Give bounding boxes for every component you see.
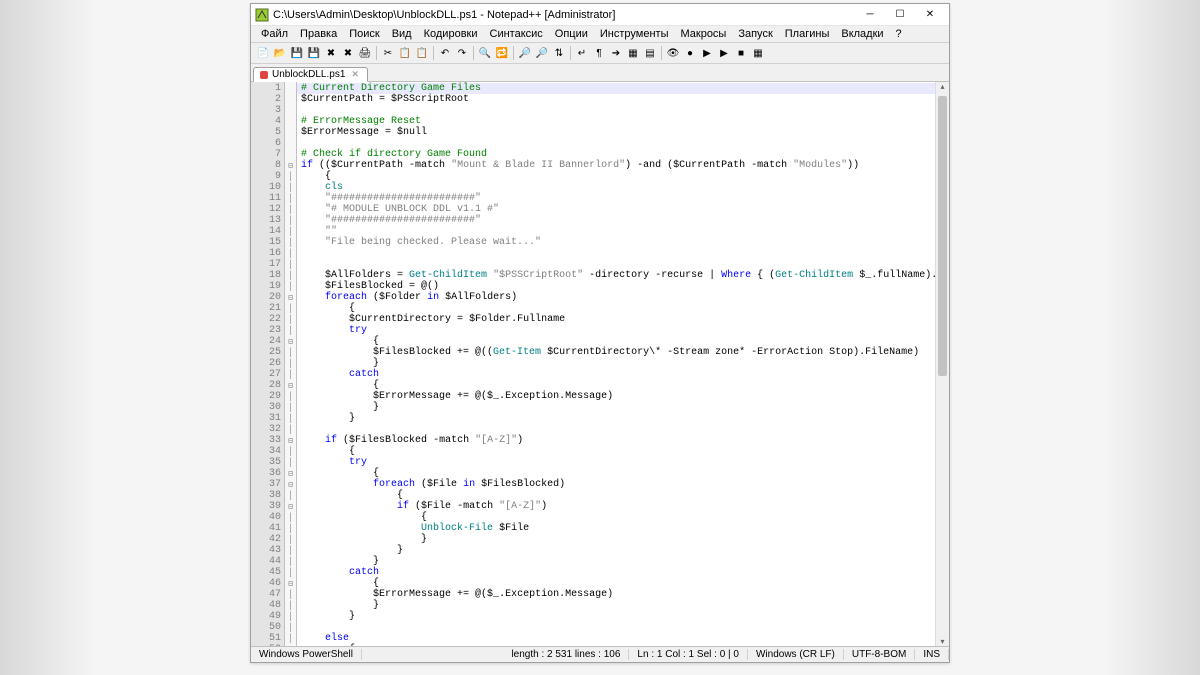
sync-button[interactable]: ⇅: [551, 45, 567, 61]
rec-button[interactable]: ●: [682, 45, 698, 61]
fold-column[interactable]: ⊟│││││││││││⊟│││⊟│││⊟││││⊟││⊟⊟│⊟││││││⊟│…: [285, 82, 297, 646]
statusbar: Windows PowerShell length : 2 531 lines …: [251, 646, 949, 662]
fold-button[interactable]: ▦: [625, 45, 641, 61]
play-button[interactable]: ▶: [699, 45, 715, 61]
close-button[interactable]: ✖: [323, 45, 339, 61]
menu-item-плагины[interactable]: Плагины: [779, 27, 836, 41]
status-eol: Windows (CR LF): [748, 649, 844, 660]
menu-item-запуск[interactable]: Запуск: [732, 27, 778, 41]
status-position: Ln : 1 Col : 1 Sel : 0 | 0: [629, 649, 748, 660]
editor-area: 1234567891011121314151617181920212223242…: [251, 82, 949, 646]
status-length: length : 2 531 lines : 106: [503, 649, 629, 660]
play-m-button[interactable]: ▶: [716, 45, 732, 61]
zoom-in-button[interactable]: 🔎: [517, 45, 533, 61]
close-button[interactable]: ✕: [915, 6, 945, 24]
toolbar-separator: [473, 46, 474, 60]
app-window: C:\Users\Admin\Desktop\UnblockDLL.ps1 - …: [250, 3, 950, 663]
menu-item-поиск[interactable]: Поиск: [343, 27, 385, 41]
scroll-up-icon[interactable]: ▴: [936, 82, 949, 91]
app-icon: [255, 8, 269, 22]
minimize-button[interactable]: ─: [855, 6, 885, 24]
menu-item-синтаксис[interactable]: Синтаксис: [484, 27, 549, 41]
vertical-scrollbar[interactable]: ▴ ▾: [935, 82, 949, 646]
open-button[interactable]: 📂: [272, 45, 288, 61]
menu-item-правка[interactable]: Правка: [294, 27, 343, 41]
scroll-down-icon[interactable]: ▾: [936, 637, 949, 646]
toolbar-separator: [376, 46, 377, 60]
menubar: ФайлПравкаПоискВидКодировкиСинтаксисОпци…: [251, 26, 949, 43]
indent-button[interactable]: ➔: [608, 45, 624, 61]
menu-item-?[interactable]: ?: [890, 27, 908, 41]
save-all-button[interactable]: 💾: [306, 45, 322, 61]
status-language: Windows PowerShell: [251, 649, 362, 660]
tabbar: UnblockDLL.ps1 ✕: [251, 64, 949, 82]
unfold-button[interactable]: ▤: [642, 45, 658, 61]
menu-item-файл[interactable]: Файл: [255, 27, 294, 41]
code-editor[interactable]: # Current Directory Game Files $CurrentP…: [297, 82, 935, 646]
undo-button[interactable]: ↶: [437, 45, 453, 61]
menu-item-инструменты[interactable]: Инструменты: [594, 27, 675, 41]
line-number-gutter: 1234567891011121314151617181920212223242…: [251, 82, 285, 646]
toolbar-separator: [513, 46, 514, 60]
tab-close-icon[interactable]: ✕: [351, 69, 359, 80]
replace-button[interactable]: 🔁: [494, 45, 510, 61]
toolbar: 📄📂💾💾✖✖🖨✂📋📋↶↷🔍🔁🔎🔎⇅↵¶➔▦▤👁●▶▶■▦: [251, 43, 949, 64]
wrap-button[interactable]: ↵: [574, 45, 590, 61]
toolbar-separator: [570, 46, 571, 60]
menu-item-вид[interactable]: Вид: [386, 27, 418, 41]
hide-button[interactable]: 👁: [665, 45, 681, 61]
menu-item-опции[interactable]: Опции: [549, 27, 594, 41]
status-encoding: UTF-8-BOM: [844, 649, 915, 660]
all-chars-button[interactable]: ¶: [591, 45, 607, 61]
tab-file[interactable]: UnblockDLL.ps1 ✕: [253, 67, 368, 82]
new-button[interactable]: 📄: [255, 45, 271, 61]
window-title: C:\Users\Admin\Desktop\UnblockDLL.ps1 - …: [273, 9, 855, 21]
window-buttons: ─ ☐ ✕: [855, 6, 945, 24]
redo-button[interactable]: ↷: [454, 45, 470, 61]
macro-button[interactable]: ▦: [750, 45, 766, 61]
tab-dirty-icon: [260, 71, 268, 79]
stop-button[interactable]: ■: [733, 45, 749, 61]
maximize-button[interactable]: ☐: [885, 6, 915, 24]
menu-item-макросы[interactable]: Макросы: [674, 27, 732, 41]
paste-button[interactable]: 📋: [414, 45, 430, 61]
toolbar-separator: [661, 46, 662, 60]
copy-button[interactable]: 📋: [397, 45, 413, 61]
print-button[interactable]: 🖨: [357, 45, 373, 61]
titlebar: C:\Users\Admin\Desktop\UnblockDLL.ps1 - …: [251, 4, 949, 26]
cut-button[interactable]: ✂: [380, 45, 396, 61]
menu-item-вкладки[interactable]: Вкладки: [835, 27, 889, 41]
save-button[interactable]: 💾: [289, 45, 305, 61]
scrollbar-thumb[interactable]: [938, 96, 947, 376]
status-insert-mode: INS: [915, 649, 949, 660]
find-button[interactable]: 🔍: [477, 45, 493, 61]
menu-item-кодировки[interactable]: Кодировки: [418, 27, 484, 41]
zoom-out-button[interactable]: 🔎: [534, 45, 550, 61]
toolbar-separator: [433, 46, 434, 60]
tab-label: UnblockDLL.ps1: [272, 69, 345, 80]
close-all-button[interactable]: ✖: [340, 45, 356, 61]
